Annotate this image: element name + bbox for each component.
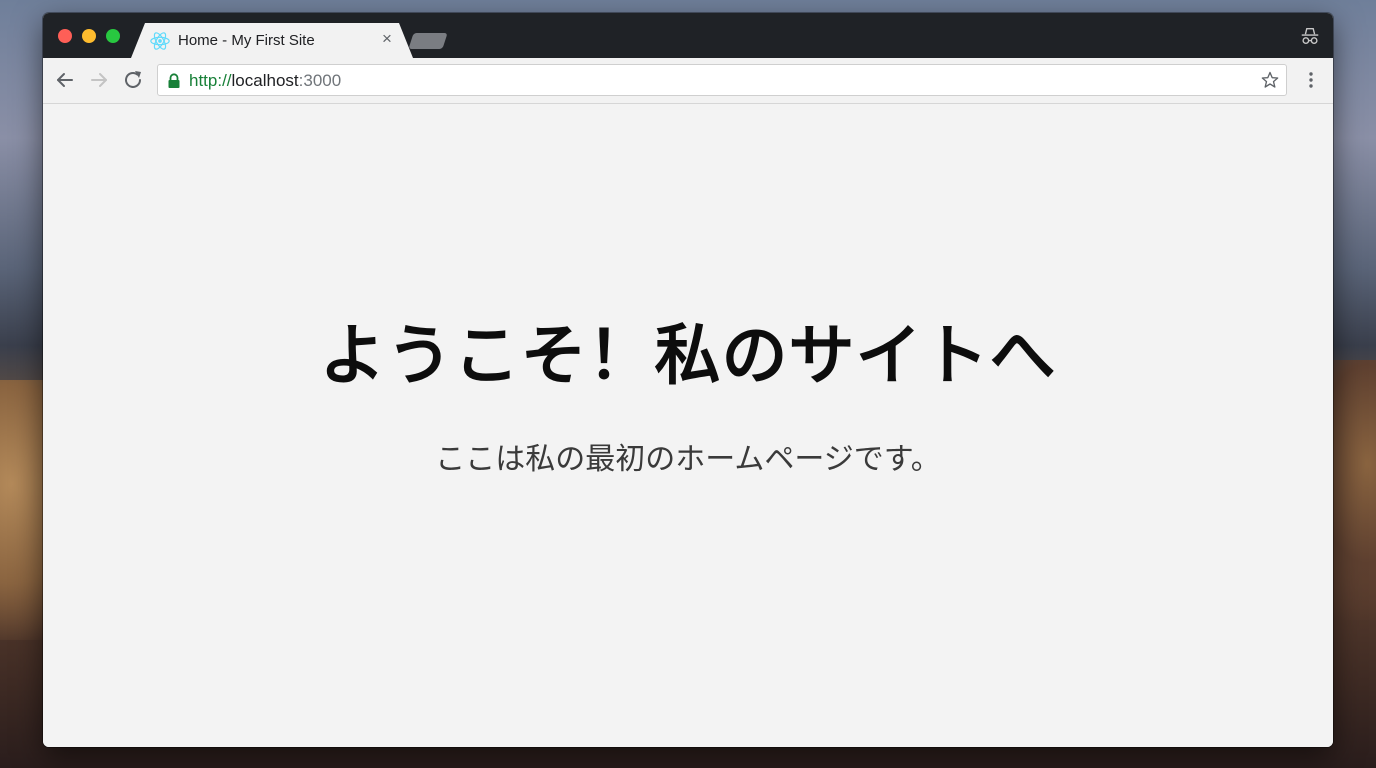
browser-titlebar: Home - My First Site × (43, 13, 1333, 58)
address-url: http://localhost:3000 (189, 71, 341, 91)
window-minimize-button[interactable] (82, 29, 96, 43)
address-bar[interactable]: http://localhost:3000 (157, 64, 1287, 96)
url-scheme: http:// (189, 71, 232, 90)
page-headline: ようこそ！私のサイトへ (319, 318, 1057, 392)
react-atom-icon (149, 30, 171, 52)
lock-icon (168, 73, 180, 88)
window-close-button[interactable] (58, 29, 72, 43)
arrow-left-icon[interactable] (53, 68, 77, 92)
new-tab-button[interactable] (408, 33, 448, 49)
url-host: localhost (231, 71, 299, 90)
browser-tab-active[interactable]: Home - My First Site × (131, 23, 413, 58)
window-maximize-button[interactable] (106, 29, 120, 43)
arrow-right-icon[interactable] (87, 68, 111, 92)
star-icon[interactable] (1260, 70, 1280, 90)
url-port: :3000 (298, 71, 342, 90)
page-subtitle: ここは私の最初のホームページです。 (435, 443, 941, 476)
browser-toolbar: http://localhost:3000 (43, 58, 1333, 104)
reload-icon[interactable] (121, 68, 145, 92)
browser-window: Home - My First Site × http://localhost:… (43, 13, 1333, 747)
incognito-icon[interactable] (1299, 25, 1321, 47)
tab-title: Home - My First Site (178, 32, 315, 49)
tab-close-icon[interactable]: × (378, 30, 396, 48)
kebab-menu-icon[interactable] (1301, 70, 1321, 90)
page-content: ようこそ！私のサイトへ ここは私の最初のホームページです。 (43, 104, 1333, 747)
